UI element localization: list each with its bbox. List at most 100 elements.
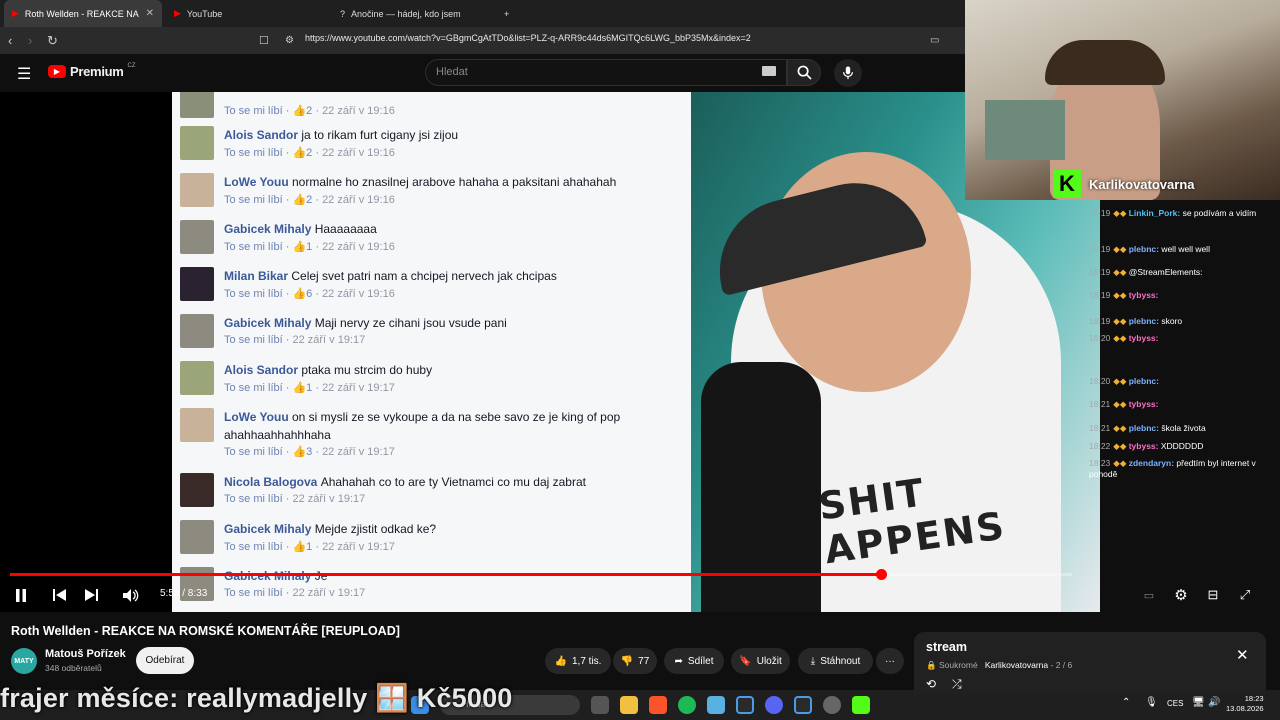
spotify-icon[interactable]	[678, 696, 696, 714]
chat-badges-icon: ◆◆	[1113, 441, 1129, 451]
commenter-avatar[interactable]	[180, 314, 214, 348]
reader-icon[interactable]: ▭	[930, 27, 939, 54]
chat-username[interactable]: Linkin_Pork:	[1129, 208, 1183, 218]
tab-anocine[interactable]: ? Anočine — hádej, kdo jsem	[332, 0, 496, 27]
comment-like-link[interactable]: To se mi líbí ·	[224, 493, 292, 505]
chat-username[interactable]: tybyss:	[1129, 290, 1159, 300]
chat-username[interactable]: tybyss:	[1129, 441, 1161, 451]
channel-avatar[interactable]: MATY	[11, 648, 37, 674]
subscribe-button[interactable]: Odebírat	[136, 647, 194, 674]
comment-like-link[interactable]: To se mi líbí ·	[224, 147, 292, 159]
bookmark-icon[interactable]: ☐	[259, 27, 269, 54]
theater-mode-icon[interactable]: ⊟	[1204, 585, 1222, 605]
commenter-name[interactable]: LoWe Youu	[224, 410, 292, 424]
commenter-avatar[interactable]	[180, 361, 214, 395]
chat-username[interactable]: plebnc:	[1129, 423, 1162, 433]
close-icon[interactable]: ✕	[1236, 646, 1249, 664]
obs-icon[interactable]	[823, 696, 841, 714]
app-icon-2[interactable]	[794, 696, 812, 714]
reload-button[interactable]: ↻	[47, 27, 58, 54]
scrubber-handle[interactable]	[875, 569, 887, 580]
download-button[interactable]: ⤓ Stáhnout	[798, 648, 873, 674]
commenter-avatar[interactable]	[180, 173, 214, 207]
commenter-name[interactable]: LoWe Youu	[224, 175, 292, 189]
kick-icon[interactable]	[852, 696, 870, 714]
commenter-avatar[interactable]	[180, 408, 214, 442]
commenter-name[interactable]: Gabicek Mihaly	[224, 569, 315, 583]
file-explorer-icon[interactable]	[620, 696, 638, 714]
comment-like-link[interactable]: To se mi líbí ·	[224, 382, 292, 394]
comment-like-link[interactable]: To se mi líbí ·	[224, 587, 292, 599]
subtitles-icon[interactable]: ▭	[1140, 585, 1158, 605]
comment-like-link[interactable]: To se mi líbí ·	[224, 288, 292, 300]
share-button[interactable]: ➦ Sdílet	[664, 648, 724, 674]
loop-icon[interactable]: ⟲	[926, 677, 936, 691]
chevron-up-icon[interactable]: ⌃	[1122, 697, 1130, 708]
comment-like-count: 👍2 ·	[292, 147, 323, 159]
previous-button[interactable]	[50, 585, 68, 605]
speaker-icon[interactable]: 🔊	[1208, 697, 1220, 708]
new-tab-button[interactable]: +	[496, 0, 517, 27]
comment-body: Gabicek Mihaly Je	[224, 567, 679, 585]
comment-like-link[interactable]: To se mi líbí ·	[224, 541, 292, 553]
menu-icon[interactable]: ☰	[17, 64, 31, 84]
commenter-avatar[interactable]	[180, 126, 214, 160]
next-button[interactable]	[82, 585, 100, 605]
save-button[interactable]: 🔖 Uložit	[731, 648, 790, 674]
ccleaner-icon[interactable]	[736, 696, 754, 714]
network-icon[interactable]: 🖥	[1192, 697, 1205, 708]
site-info-icon[interactable]: ⚙	[285, 27, 294, 54]
tab-youtube[interactable]: ▶ YouTube	[166, 0, 330, 27]
url-field[interactable]: https://www.youtube.com/watch?v=GBgmCgAt…	[305, 33, 751, 43]
commenter-name[interactable]: Alois Sandor	[224, 363, 301, 377]
chat-username[interactable]: plebnc:	[1129, 316, 1162, 326]
brave-browser-icon[interactable]	[649, 696, 667, 714]
commenter-avatar[interactable]	[180, 267, 214, 301]
chat-username[interactable]: plebnc:	[1129, 244, 1162, 254]
app-icon[interactable]	[707, 696, 725, 714]
streamer-webcam	[965, 0, 1280, 200]
taskbar-clock[interactable]: 18:23 13.08.2026	[1226, 694, 1264, 714]
comment-like-link[interactable]: To se mi líbí ·	[224, 105, 292, 117]
commenter-avatar[interactable]	[180, 220, 214, 254]
commenter-name[interactable]: Gabicek Mihaly	[224, 316, 315, 330]
settings-gear-icon[interactable]: ⚙	[1172, 585, 1190, 605]
commenter-name[interactable]: Milan Bikar	[224, 269, 291, 283]
volume-button[interactable]	[122, 585, 140, 605]
chat-username[interactable]: tybyss:	[1129, 399, 1159, 409]
dislike-button[interactable]: 👎 77	[613, 648, 657, 674]
commenter-name[interactable]: Nicola Balogova	[224, 475, 321, 489]
channel-name[interactable]: Matouš Pořízek	[45, 648, 126, 660]
pause-button[interactable]	[12, 585, 30, 605]
search-button[interactable]	[787, 59, 821, 86]
chat-username[interactable]: zdendaryn:	[1129, 458, 1177, 468]
voice-search-button[interactable]	[834, 59, 862, 87]
microphone-tray-icon[interactable]: 🎙	[1145, 697, 1158, 708]
task-view-icon[interactable]	[591, 696, 609, 714]
forward-button[interactable]: ›	[28, 27, 32, 54]
comment-like-link[interactable]: To se mi líbí ·	[224, 334, 292, 346]
commenter-avatar[interactable]	[180, 92, 214, 118]
commenter-name[interactable]: Gabicek Mihaly	[224, 522, 315, 536]
commenter-avatar[interactable]	[180, 520, 214, 554]
comment-like-link[interactable]: To se mi líbí ·	[224, 241, 292, 253]
discord-icon[interactable]	[765, 696, 783, 714]
fullscreen-icon[interactable]: ⤢	[1236, 585, 1254, 605]
tab-active[interactable]: ▶ Roth Wellden - REAKCE NA R ✕	[4, 0, 162, 27]
commenter-name[interactable]: Gabicek Mihaly	[224, 222, 315, 236]
back-button[interactable]: ‹	[8, 27, 12, 54]
youtube-logo[interactable]: ▶ Premium CZ	[48, 63, 136, 79]
comment-like-link[interactable]: To se mi líbí ·	[224, 446, 292, 458]
playlist-title[interactable]: stream	[926, 640, 967, 654]
chat-username[interactable]: tybyss:	[1129, 333, 1159, 343]
like-button[interactable]: 👍 1,7 tis.	[545, 648, 611, 674]
more-actions-button[interactable]: ···	[876, 648, 904, 674]
close-tab-icon[interactable]: ✕	[146, 8, 154, 19]
chat-username[interactable]: plebnc:	[1129, 376, 1159, 386]
language-indicator[interactable]: CES	[1167, 699, 1183, 708]
commenter-avatar[interactable]	[180, 473, 214, 507]
commenter-name[interactable]: Alois Sandor	[224, 128, 301, 142]
search-input[interactable]: Hledat	[425, 59, 787, 86]
comment-like-link[interactable]: To se mi líbí ·	[224, 194, 292, 206]
keyboard-icon[interactable]	[762, 66, 776, 76]
